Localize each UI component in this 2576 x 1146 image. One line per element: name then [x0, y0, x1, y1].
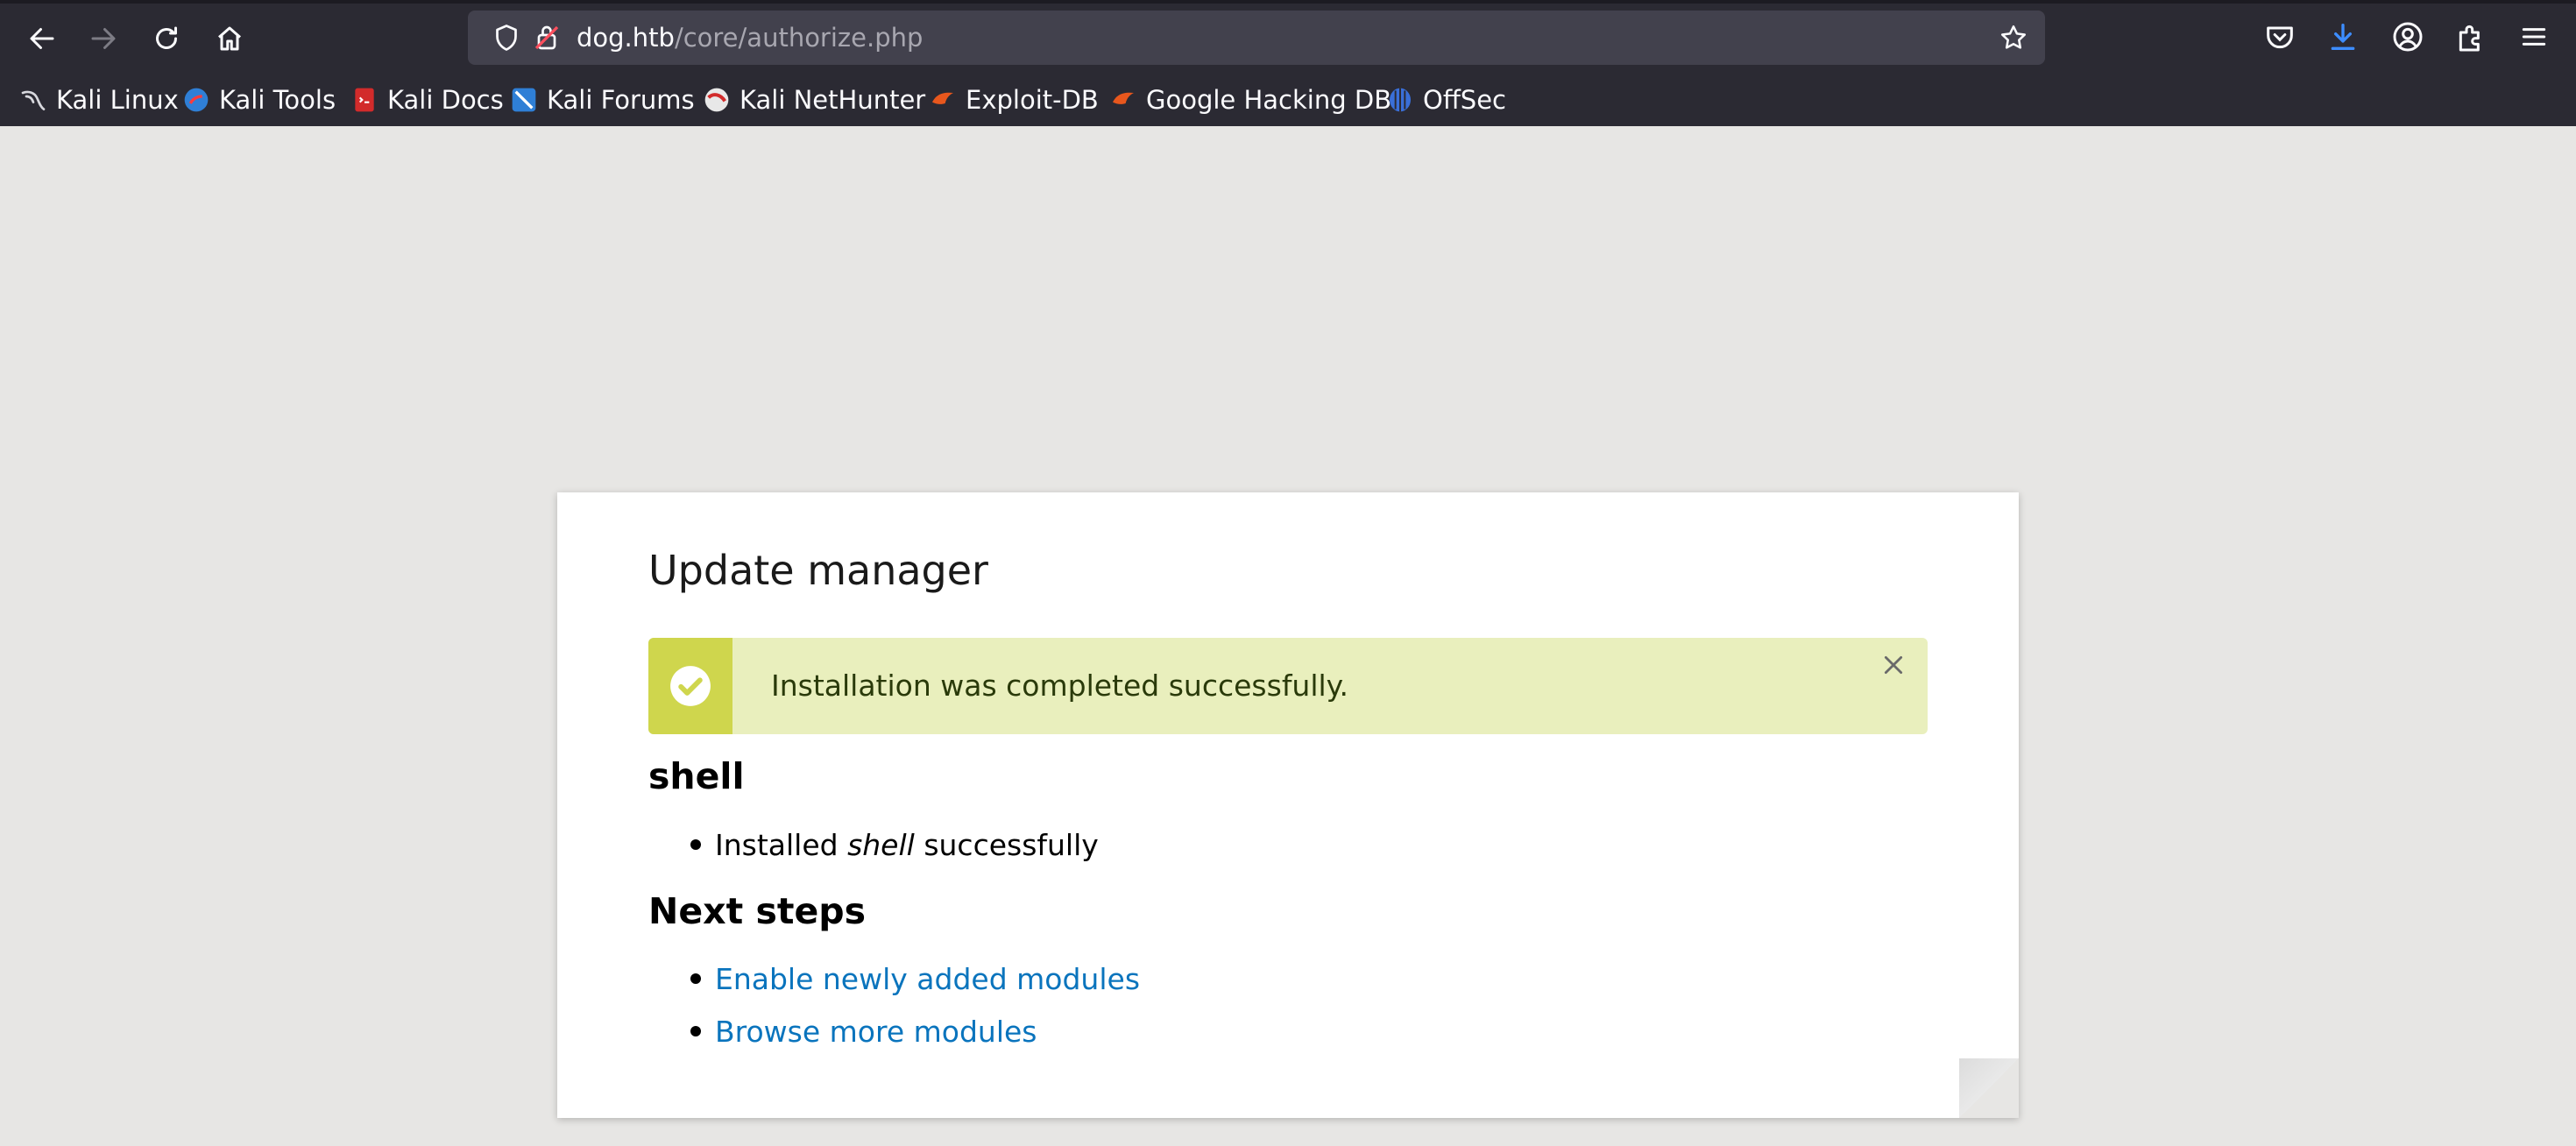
bookmark-kali-linux[interactable]: Kali Linux: [19, 77, 179, 123]
kali-docs-icon: [355, 88, 374, 112]
bullet: [690, 839, 701, 850]
next-step-item: Browse more modules: [690, 1010, 1037, 1052]
exploit-db-icon: [932, 92, 953, 104]
reload-button[interactable]: [145, 18, 188, 60]
page-title: Update manager: [648, 547, 988, 594]
bookmark-offsec[interactable]: OffSec: [1386, 77, 1506, 123]
insecure-lock-icon[interactable]: [531, 22, 563, 53]
install-prefix: Installed: [715, 827, 848, 862]
forward-button[interactable]: [82, 18, 124, 60]
kali-dragon-icon: [21, 90, 46, 110]
bookmarks-toolbar: Kali Linux Kali Tools Kali Docs Kali For…: [0, 77, 2576, 123]
bookmark-kali-forums[interactable]: Kali Forums: [510, 77, 695, 123]
url-path: /core/authorize.php: [674, 23, 924, 53]
next-steps-heading: Next steps: [648, 890, 867, 932]
url-host: dog.htb: [577, 23, 675, 53]
url-text[interactable]: dog.htb/core/authorize.php: [577, 11, 923, 65]
bookmark-label: Kali Tools: [219, 85, 336, 115]
bookmark-exploit-db[interactable]: Exploit-DB: [929, 77, 1099, 123]
status-text: Installation was completed successfully.: [771, 668, 1349, 703]
install-project-name: shell: [847, 827, 915, 862]
account-icon[interactable]: [2390, 19, 2425, 54]
content-card: Update manager Installation was complete…: [557, 492, 2019, 1118]
bookmark-label: Kali Docs: [387, 85, 504, 115]
browse-modules-link[interactable]: Browse more modules: [715, 1015, 1037, 1049]
home-icon: [218, 26, 241, 51]
status-message: Installation was completed successfully.: [648, 638, 1928, 734]
home-button[interactable]: [209, 18, 251, 60]
reload-icon: [156, 26, 177, 49]
next-step-item: Enable newly added modules: [690, 958, 1140, 1000]
project-heading: shell: [648, 755, 745, 797]
bookmark-kali-nethunter[interactable]: Kali NetHunter: [703, 77, 925, 123]
bookmark-label: Kali Forums: [547, 85, 695, 115]
dismiss-button[interactable]: [1872, 643, 1915, 687]
back-button[interactable]: [21, 18, 63, 60]
offsec-icon: [1390, 88, 1411, 112]
ghdb-icon: [1113, 92, 1134, 104]
tracking-shield-icon[interactable]: [491, 22, 522, 53]
kali-tools-icon: [184, 88, 209, 112]
pocket-icon[interactable]: [2262, 19, 2297, 54]
bookmark-kali-tools[interactable]: Kali Tools: [182, 77, 336, 123]
window-top-edge: [0, 0, 2576, 4]
install-suffix: successfully: [914, 827, 1099, 862]
bookmark-label: Exploit-DB: [966, 85, 1099, 115]
bookmark-star-icon[interactable]: [1998, 22, 2029, 53]
bookmark-kali-docs[interactable]: Kali Docs: [350, 77, 504, 123]
extensions-icon[interactable]: [2453, 19, 2488, 54]
check-circle-icon: [670, 666, 711, 706]
bullet: [690, 973, 701, 984]
kali-nethunter-icon: [704, 88, 729, 112]
bookmark-google-hacking-db[interactable]: Google Hacking DB: [1109, 77, 1391, 123]
menu-icon[interactable]: [2516, 19, 2551, 54]
status-stripe: [648, 638, 732, 734]
bookmark-label: Kali NetHunter: [740, 85, 926, 115]
arrow-right-icon: [91, 28, 116, 49]
downloads-icon[interactable]: [2325, 19, 2360, 54]
page-curl-corner: [1959, 1058, 2019, 1118]
bullet: [690, 1026, 701, 1036]
close-icon: [1884, 655, 1903, 675]
install-result-item: Installed shell successfully: [690, 824, 1099, 866]
arrow-left-icon: [30, 28, 54, 49]
address-bar[interactable]: dog.htb/core/authorize.php: [468, 11, 2045, 65]
bookmark-label: Google Hacking DB: [1146, 85, 1392, 115]
browser-chrome: dog.htb/core/authorize.php Kali Linux Ka…: [0, 0, 2576, 126]
bookmark-label: Kali Linux: [56, 85, 179, 115]
bookmark-label: OffSec: [1423, 85, 1507, 115]
kali-forums-icon: [512, 88, 536, 112]
enable-modules-link[interactable]: Enable newly added modules: [715, 962, 1140, 996]
